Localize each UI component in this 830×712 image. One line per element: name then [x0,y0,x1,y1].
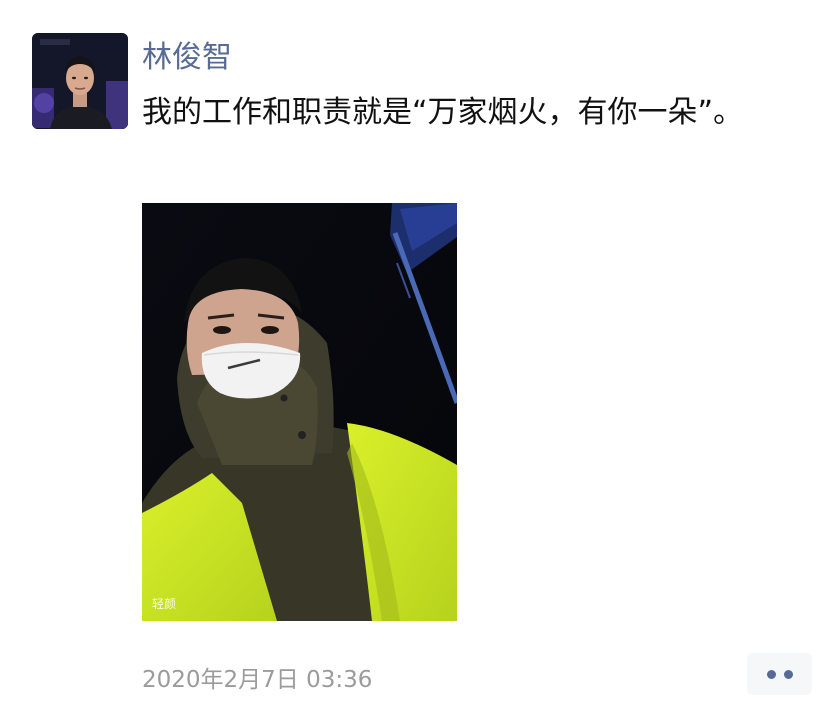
post-text: 我的工作和职责就是“万家烟火，有你一朵”。 [142,95,744,130]
more-button[interactable] [747,653,812,695]
post-timestamp: 2020年2月7日 03:36 [142,667,373,693]
photo-illustration [142,203,457,621]
avatar[interactable] [32,33,128,129]
more-dots-icon [766,669,776,679]
avatar-image [32,33,128,129]
post-photo[interactable]: 轻颜 [142,203,457,621]
more-dots-icon-dot [783,669,793,679]
photo-watermark: 轻颜 [152,597,177,611]
author-name[interactable]: 林俊智 [142,36,232,80]
